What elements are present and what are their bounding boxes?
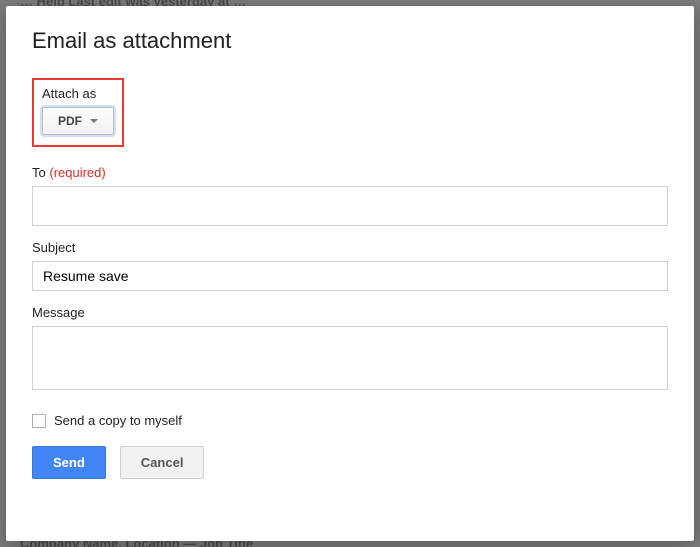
to-label: To bbox=[32, 165, 46, 180]
chevron-down-icon bbox=[90, 119, 98, 123]
email-attachment-dialog: Email as attachment Attach as PDF To (re… bbox=[6, 6, 694, 541]
attach-as-highlight: Attach as PDF bbox=[32, 78, 124, 147]
attach-format-value: PDF bbox=[58, 114, 82, 128]
subject-label: Subject bbox=[32, 240, 668, 255]
send-copy-label: Send a copy to myself bbox=[54, 413, 182, 428]
cancel-button[interactable]: Cancel bbox=[120, 446, 205, 479]
send-button[interactable]: Send bbox=[32, 446, 106, 479]
subject-input[interactable] bbox=[32, 261, 668, 291]
dialog-buttons: Send Cancel bbox=[32, 446, 668, 479]
to-input[interactable] bbox=[32, 186, 668, 226]
to-label-row: To (required) bbox=[32, 165, 668, 180]
dialog-title: Email as attachment bbox=[32, 28, 668, 54]
send-copy-row[interactable]: Send a copy to myself bbox=[32, 413, 668, 428]
to-required: (required) bbox=[49, 165, 105, 180]
attach-format-dropdown[interactable]: PDF bbox=[42, 107, 114, 135]
message-label: Message bbox=[32, 305, 668, 320]
send-copy-checkbox[interactable] bbox=[32, 414, 46, 428]
message-input[interactable] bbox=[32, 326, 668, 390]
attach-as-label: Attach as bbox=[42, 86, 114, 101]
